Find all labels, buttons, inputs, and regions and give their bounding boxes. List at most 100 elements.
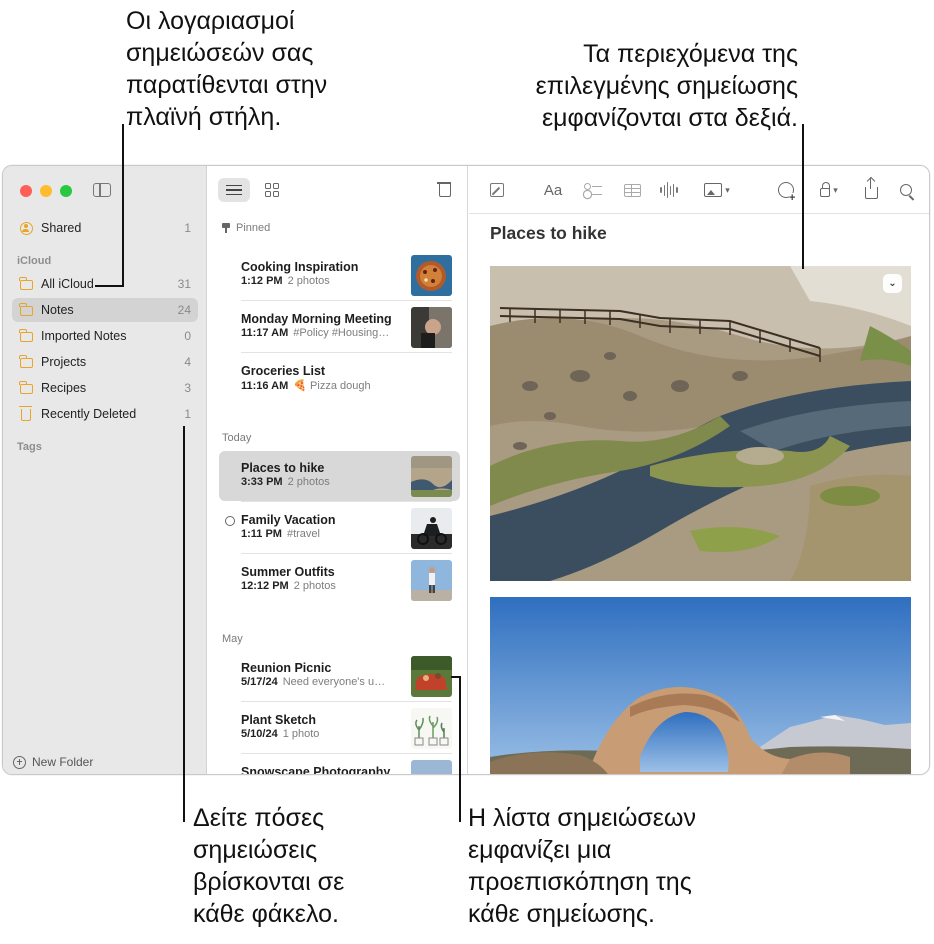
person-circle-icon <box>19 221 33 235</box>
folder-count: 1 <box>184 407 191 421</box>
new-folder-button[interactable]: New Folder <box>13 755 93 769</box>
sidebar-item-notes[interactable]: Notes 24 <box>12 298 198 322</box>
note-row-groceries-list[interactable]: Groceries List 11:16 AM 🍕 Pizza dough <box>219 354 460 404</box>
sidebar-item-projects[interactable]: Projects 4 <box>12 350 198 374</box>
folder-count: 1 <box>184 221 191 235</box>
note-title: Places to hike <box>241 461 325 475</box>
folder-icon <box>19 381 33 395</box>
collaborate-button[interactable] <box>774 180 799 203</box>
zoom-window-button[interactable] <box>60 185 72 197</box>
format-button[interactable]: Aa <box>541 180 565 200</box>
note-row-reunion-picnic[interactable]: Reunion Picnic 5/17/24 Need everyone's u… <box>219 651 460 702</box>
gallery-view-button[interactable] <box>256 178 288 202</box>
sidebar-header-tags: Tags <box>17 441 42 453</box>
note-row-family-vacation[interactable]: Family Vacation 1:11 PM #travel <box>219 503 460 554</box>
note-meta: 11:16 AM 🍕 Pizza dough <box>241 379 396 392</box>
leader-line-note-list-tick <box>451 676 461 678</box>
table-icon <box>623 183 641 197</box>
note-thumbnail <box>411 656 452 697</box>
note-title: Family Vacation <box>241 513 336 527</box>
note-row-plant-sketch[interactable]: Plant Sketch 5/10/24 1 photo <box>219 703 460 754</box>
waveform-icon <box>660 182 678 198</box>
sidebar-item-shared[interactable]: Shared 1 <box>12 216 198 240</box>
folder-count: 4 <box>184 355 191 369</box>
sidebar-item-all-icloud[interactable]: All iCloud 31 <box>12 272 198 296</box>
sidebar-item-label: All iCloud <box>41 277 94 291</box>
hike-photo-river[interactable]: ⌄ <box>490 266 911 581</box>
lock-icon <box>820 182 831 197</box>
delete-note-button[interactable] <box>437 180 451 197</box>
note-time: 3:33 PM <box>241 476 283 488</box>
hike-photo-arch[interactable] <box>490 597 911 774</box>
callout-sidebar: Οι λογαριασμοί σημειώσεών σας παρατίθεντ… <box>126 7 328 131</box>
sidebar-item-label: Recently Deleted <box>41 407 137 421</box>
media-button[interactable]: ▾ <box>697 180 737 200</box>
note-row-summer-outfits[interactable]: Summer Outfits 12:12 PM 2 photos <box>219 555 460 605</box>
leader-line-sidebar <box>122 124 124 286</box>
detail-toolbar: Aa ▾ ▾ <box>469 166 929 214</box>
note-preview: 🍕 Pizza dough <box>293 380 371 392</box>
note-list-toolbar <box>218 176 457 204</box>
folder-count: 0 <box>184 329 191 343</box>
pin-icon <box>222 223 230 233</box>
note-meta: 5/10/24 1 photo <box>241 728 396 740</box>
leader-line-note-list <box>459 676 461 822</box>
note-preview: Need everyone's u… <box>282 676 386 688</box>
compose-icon <box>490 183 504 197</box>
lock-button[interactable]: ▾ <box>814 180 844 200</box>
sidebar-item-recipes[interactable]: Recipes 3 <box>12 376 198 400</box>
note-row-snowscape-photography[interactable]: Snowscape Photography <box>219 755 460 774</box>
sidebar-item-imported-notes[interactable]: Imported Notes 0 <box>12 324 198 348</box>
folder-icon <box>19 303 33 317</box>
share-button[interactable] <box>862 177 880 200</box>
note-row-cooking-inspiration[interactable]: Cooking Inspiration 1:12 PM 2 photos <box>219 250 460 301</box>
note-title: Groceries List <box>241 364 326 378</box>
sidebar-toggle-icon[interactable] <box>93 183 111 197</box>
new-note-button[interactable] <box>487 180 507 200</box>
checklist-button[interactable] <box>582 180 604 200</box>
minimize-window-button[interactable] <box>40 185 52 197</box>
note-row-places-to-hike[interactable]: Places to hike 3:33 PM 2 photos <box>219 451 460 502</box>
note-meta: 11:17 AM #Policy #Housing… <box>241 327 396 339</box>
shared-person-icon <box>225 516 235 526</box>
note-time: 11:16 AM <box>241 380 289 392</box>
sidebar-item-label: Recipes <box>41 381 87 395</box>
list-icon <box>226 184 242 196</box>
folder-count: 3 <box>184 381 191 395</box>
folder-icon <box>19 329 33 343</box>
note-thumbnail <box>411 760 452 774</box>
grid-icon <box>265 183 279 197</box>
expand-chevron-button[interactable]: ⌄ <box>883 274 902 293</box>
note-meta: 1:11 PM #travel <box>241 528 396 540</box>
note-title: Summer Outfits <box>241 565 335 579</box>
note-row-monday-meeting[interactable]: Monday Morning Meeting 11:17 AM #Policy #… <box>219 302 460 353</box>
sidebar-item-label: Imported Notes <box>41 329 127 343</box>
trash-icon <box>19 406 33 421</box>
note-preview: 1 photo <box>282 728 320 740</box>
sidebar: Shared 1 iCloud All iCloud 31 Notes 24 I… <box>3 166 207 774</box>
table-button[interactable] <box>621 180 643 200</box>
note-thumbnail <box>411 708 452 749</box>
window-controls <box>20 185 72 197</box>
close-window-button[interactable] <box>20 185 32 197</box>
note-thumbnail <box>411 456 452 497</box>
section-may: May <box>222 633 243 645</box>
callout-folder-counts: Δείτε πόσες σημειώσεις βρίσκονται σε κάθ… <box>193 804 345 928</box>
note-title: Cooking Inspiration <box>241 260 359 274</box>
folder-icon <box>19 355 33 369</box>
audio-record-button[interactable] <box>658 180 680 200</box>
note-meta: 5/17/24 Need everyone's u… <box>241 676 396 688</box>
note-meta: 3:33 PM 2 photos <box>241 476 396 488</box>
note-meta: 12:12 PM 2 photos <box>241 580 396 592</box>
note-preview: 2 photos <box>287 275 330 287</box>
callout-note-list: Η λίστα σημειώσεων εμφανίζει μια προεπισ… <box>468 804 696 928</box>
list-view-button[interactable] <box>218 178 250 202</box>
note-time: 5/10/24 <box>241 728 278 740</box>
chevron-down-icon: ▾ <box>725 184 730 195</box>
note-title: Reunion Picnic <box>241 661 332 675</box>
plus-circle-icon <box>13 755 26 769</box>
note-thumbnail <box>411 560 452 601</box>
note-time: 1:12 PM <box>241 275 283 287</box>
search-button[interactable] <box>897 180 915 200</box>
sidebar-item-recently-deleted[interactable]: Recently Deleted 1 <box>12 402 198 426</box>
